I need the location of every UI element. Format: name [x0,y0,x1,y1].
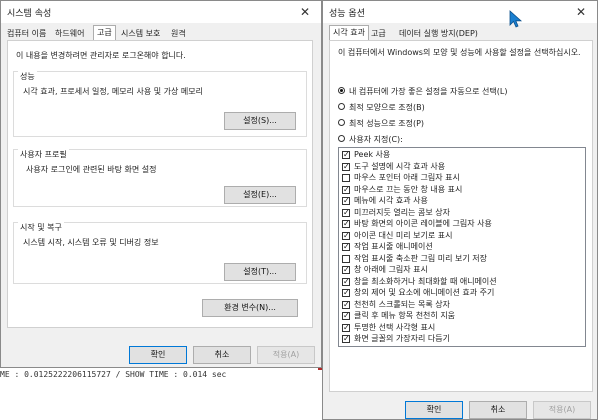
startup-recovery-title: 시작 및 복구 [18,222,64,233]
visual-effect-option-label: 창을 최소화하거나 최대화할 때 애니메이션 [354,276,497,286]
system-properties-window: 시스템 속성 ✕ 컴퓨터 이름 하드웨어 고급 시스템 보호 원격 이 내용을 … [0,0,322,368]
visual-effect-option-label: 클릭 후 메뉴 항목 천천히 지움 [354,311,456,320]
visual-effect-option-label: 바탕 화면의 아이콘 레이블에 그림자 사용 [354,219,492,228]
performance-desc: 시각 효과, 프로세서 일정, 메모리 사용 및 가상 메모리 [23,87,203,96]
apply-button[interactable]: 적용(A) [257,346,315,364]
window-title: 시스템 속성 [7,9,52,19]
environment-variables-button[interactable]: 환경 변수(N)... [202,299,298,317]
radio-auto-best[interactable] [338,87,345,94]
close-icon[interactable]: ✕ [569,3,593,21]
ok-button[interactable]: 확인 [129,346,187,364]
radio-custom-label[interactable]: 사용자 지정(C): [349,134,403,145]
tab-system-protection[interactable]: 시스템 보호 [121,27,160,41]
close-icon[interactable]: ✕ [293,3,317,21]
visual-effect-option-label: 창 아래에 그림자 표시 [354,265,428,274]
visual-effect-option-label: 메뉴에 시각 효과 사용 [354,196,428,205]
tab-remote[interactable]: 원격 [171,27,186,41]
checkbox[interactable]: ✓ [342,312,350,320]
visual-effects-list[interactable]: ✓ Peek 사용 ✓ 도구 설명에 시각 효과 사용마우스 포인터 아래 그림자 표… [338,147,586,347]
tab-hardware[interactable]: 하드웨어 [55,27,84,41]
window-title: 성능 옵션 [329,9,365,19]
visual-effect-option-label: 투명한 선택 사각형 표시 [354,322,436,332]
admin-notice: 이 내용을 변경하려면 관리자로 로그온해야 합니다. [16,51,186,60]
background-status-text: ME : 0.0125222206115727 / SHOW TIME : 0.… [0,370,227,379]
cancel-button[interactable]: 취소 [193,346,251,364]
mouse-pointer-icon [509,10,523,28]
radio-auto-best-label[interactable]: 내 컴퓨터에 가장 좋은 설정을 자동으로 선택(L) [349,86,507,97]
apply-button[interactable]: 적용(A) [533,401,591,419]
title-bar: 성능 옵션 ✕ [323,1,597,23]
radio-custom[interactable] [338,135,345,142]
visual-effects-desc: 이 컴퓨터에서 Windows의 모양 및 성능에 사용할 설정을 선택하십시오… [338,48,581,57]
tab-computer-name[interactable]: 컴퓨터 이름 [7,27,46,41]
checkbox[interactable]: ✓ [342,289,350,297]
user-profile-title: 사용자 프로필 [18,149,69,160]
visual-effect-option-label: 작업 표시줄 애니메이션 [354,242,433,251]
checkbox[interactable] [342,254,350,263]
checkbox[interactable]: ✓ [342,185,350,194]
tab-dep[interactable]: 데이터 실행 방지(DEP) [399,27,478,41]
checkbox[interactable]: ✓ [342,208,350,217]
visual-effect-option-label: 천천히 스크롤되는 목록 상자 [354,299,450,309]
startup-recovery-desc: 시스템 시작, 시스템 오류 및 디버깅 정보 [23,238,159,247]
visual-effect-option-label: 아이콘 대신 미리 보기로 표시 [354,230,453,240]
checkbox[interactable]: ✓ [342,197,350,205]
radio-best-performance-label[interactable]: 최적 성능으로 조정(P) [349,118,424,129]
visual-effect-option-label: 미끄러지듯 열리는 콤보 상자 [354,207,450,217]
visual-effect-option-label: 마우스로 끄는 동안 창 내용 표시 [354,184,463,194]
performance-title: 성능 [18,71,37,82]
checkbox[interactable]: ✓ [342,220,350,228]
user-profile-group: 사용자 프로필 사용자 로그인에 관련된 바탕 화면 설정 설정(E)... [13,149,307,207]
performance-group: 성능 시각 효과, 프로세서 일정, 메모리 사용 및 가상 메모리 설정(S)… [13,71,307,137]
user-profile-settings-button[interactable]: 설정(E)... [224,186,296,204]
radio-best-performance[interactable] [338,119,345,126]
checkbox[interactable]: ✓ [342,162,350,171]
cancel-button[interactable]: 취소 [469,401,527,419]
visual-effect-option-label: 작업 표시줄 축소판 그림 미리 보기 저장 [354,253,488,263]
visual-effects-panel: 이 컴퓨터에서 Windows의 모양 및 성능에 사용할 설정을 선택하십시오… [329,40,593,392]
checkbox[interactable]: ✓ [342,151,350,159]
title-bar: 시스템 속성 ✕ [1,1,321,23]
checkbox[interactable]: ✓ [342,266,350,274]
checkbox[interactable]: ✓ [342,277,350,286]
advanced-panel: 이 내용을 변경하려면 관리자로 로그온해야 합니다. 성능 시각 효과, 프로… [7,40,313,328]
checkbox[interactable]: ✓ [342,323,350,332]
ok-button[interactable]: 확인 [405,401,463,419]
startup-recovery-group: 시작 및 복구 시스템 시작, 시스템 오류 및 디버깅 정보 설정(T)... [13,222,307,284]
checkbox[interactable] [342,174,350,182]
radio-best-appearance[interactable] [338,103,345,110]
checkbox[interactable]: ✓ [342,243,350,251]
checkbox[interactable]: ✓ [342,335,350,343]
performance-options-window: 성능 옵션 ✕ 시각 효과 고급 데이터 실행 방지(DEP) 이 컴퓨터에서 … [322,0,598,420]
visual-effect-option-label: 도구 설명에 시각 효과 사용 [354,161,446,171]
performance-settings-button[interactable]: 설정(S)... [224,112,296,130]
startup-recovery-settings-button[interactable]: 설정(T)... [224,263,296,281]
radio-best-appearance-label[interactable]: 최적 모양으로 조정(B) [349,102,425,113]
checkbox[interactable]: ✓ [342,231,350,240]
checkbox[interactable]: ✓ [342,300,350,309]
visual-effect-option-label: 화면 글꼴의 가장자리 다듬기 [354,334,450,343]
tab-advanced[interactable]: 고급 [371,27,386,41]
visual-effect-option-label: 마우스 포인터 아래 그림자 표시 [354,173,460,182]
visual-effect-option-label: 창의 제어 및 요소에 애니메이션 효과 주기 [354,288,495,297]
visual-effect-option-label: Peek 사용 [354,150,391,159]
user-profile-desc: 사용자 로그인에 관련된 바탕 화면 설정 [26,165,157,174]
